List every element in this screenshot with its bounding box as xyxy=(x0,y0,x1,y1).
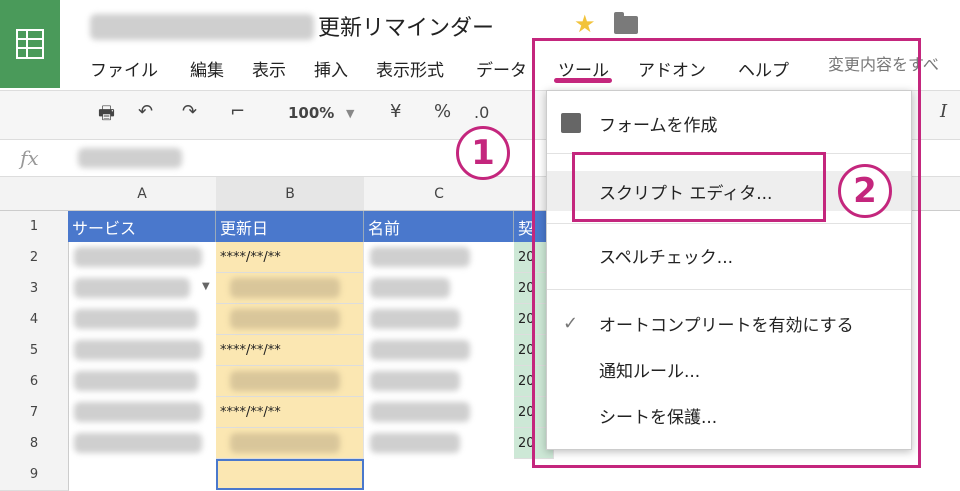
blurred-cell xyxy=(370,402,470,422)
menu-file[interactable]: ファイル xyxy=(90,56,158,81)
corner-cell[interactable] xyxy=(0,177,69,211)
row-header[interactable]: 6 xyxy=(0,366,69,398)
header-cell-service[interactable]: サービス xyxy=(68,211,216,242)
row-header[interactable]: 8 xyxy=(0,428,69,460)
date-cell-selected[interactable] xyxy=(216,459,364,490)
italic-icon[interactable]: I xyxy=(940,101,947,122)
doc-title[interactable]: 更新リマインダー xyxy=(318,10,494,42)
redo-icon[interactable]: ↷ xyxy=(182,101,197,122)
blurred-cell xyxy=(74,371,198,391)
chevron-down-icon: ▼ xyxy=(346,107,355,120)
undo-icon[interactable]: ↶ xyxy=(138,101,153,122)
row-header[interactable]: 4 xyxy=(0,304,69,336)
decimal-button[interactable]: .0 xyxy=(474,103,489,122)
blurred-cell xyxy=(230,309,340,329)
blurred-cell xyxy=(370,247,470,267)
annotation-step-1: 1 xyxy=(456,126,510,180)
menu-data[interactable]: データ xyxy=(476,56,527,81)
column-header-a[interactable]: A xyxy=(68,177,217,211)
header-cell-name[interactable]: 名前 xyxy=(364,211,514,242)
blurred-cell xyxy=(370,309,460,329)
column-header-c[interactable]: C xyxy=(364,177,515,211)
column-header-b[interactable]: B xyxy=(216,177,365,211)
blurred-cell xyxy=(230,278,340,298)
row-header[interactable]: 1 xyxy=(0,211,69,243)
row-header[interactable]: 9 xyxy=(0,459,69,491)
annotation-script-editor-box xyxy=(572,152,826,222)
paint-format-icon[interactable]: ⌐ xyxy=(230,101,245,122)
row-header[interactable]: 2 xyxy=(0,242,69,274)
currency-button[interactable]: ¥ xyxy=(390,101,401,122)
menu-edit[interactable]: 編集 xyxy=(190,56,224,81)
blurred-cell xyxy=(230,433,340,453)
blurred-cell xyxy=(74,433,202,453)
print-icon[interactable]: 🖶 xyxy=(98,101,115,131)
chevron-down-icon[interactable]: ▼ xyxy=(202,281,210,292)
formula-content-blurred[interactable] xyxy=(78,148,182,168)
blurred-cell xyxy=(370,371,460,391)
menu-format[interactable]: 表示形式 xyxy=(376,56,444,81)
blurred-cell xyxy=(74,309,198,329)
date-cell[interactable]: ****/**/** xyxy=(216,335,364,366)
header-cell-renewal-date[interactable]: 更新日 xyxy=(216,211,364,242)
blurred-cell xyxy=(370,278,450,298)
annotation-step-2: 2 xyxy=(838,164,892,218)
menu-view[interactable]: 表示 xyxy=(252,56,286,81)
row-header[interactable]: 5 xyxy=(0,335,69,367)
blurred-cell xyxy=(74,278,190,298)
annotation-outer-box xyxy=(532,38,921,468)
zoom-select[interactable]: 100% xyxy=(288,104,334,122)
blurred-cell xyxy=(74,247,202,267)
blurred-cell xyxy=(74,340,202,360)
blurred-cell xyxy=(370,433,460,453)
blurred-cell xyxy=(230,371,340,391)
date-cell[interactable]: ****/**/** xyxy=(216,242,364,273)
star-icon[interactable]: ★ xyxy=(574,10,596,38)
fx-icon: fx xyxy=(20,146,39,170)
percent-button[interactable]: % xyxy=(434,101,451,122)
date-cell[interactable]: ****/**/** xyxy=(216,397,364,428)
blurred-title xyxy=(90,14,314,40)
row-header[interactable]: 3 xyxy=(0,273,69,305)
folder-icon[interactable] xyxy=(614,12,638,34)
row-header[interactable]: 7 xyxy=(0,397,69,429)
menu-insert[interactable]: 挿入 xyxy=(314,56,348,81)
blurred-cell xyxy=(74,402,202,422)
blurred-cell xyxy=(370,340,470,360)
